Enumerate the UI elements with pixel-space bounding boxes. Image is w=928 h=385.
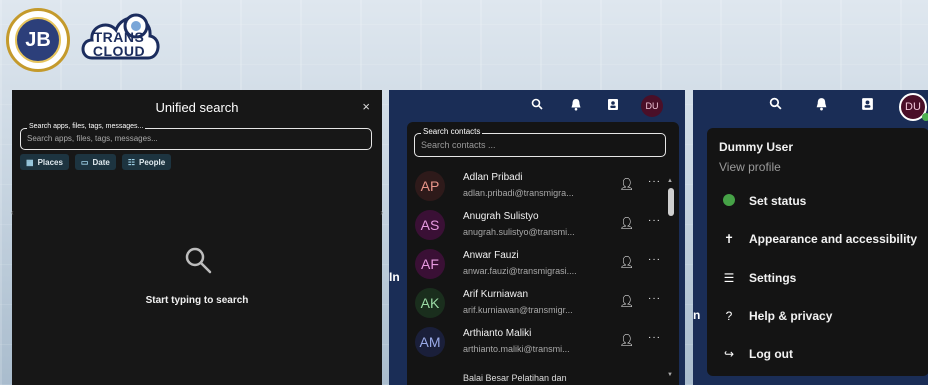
chip-label: People [139,157,166,167]
logo-group: JB TRANS CLOUD [6,6,160,74]
more-options-icon[interactable]: ··· [648,254,661,265]
contact-name: Arthianto Maliki [463,328,532,339]
menu-item-logout[interactable]: ↪ Log out [719,344,928,364]
calendar-icon: ▭ [80,157,89,167]
partial-heading: n [693,308,701,322]
places-icon: ▦ [26,157,34,167]
contact-avatar: AS [415,210,445,240]
more-options-icon[interactable]: ··· [648,332,661,343]
logout-icon: ↪ [723,347,735,361]
contact-email: adlan.pribadi@transmigra... [463,188,574,198]
ministry-logo: JB [6,8,70,72]
person-icon[interactable]: 👤︎ [619,294,634,308]
menu-item-label: Help & privacy [749,309,833,323]
search-contacts-field[interactable]: Search contacts [414,127,666,157]
more-options-icon[interactable]: ··· [648,215,661,226]
contact-email: anugrah.sulistyo@transmi... [463,227,575,237]
contact-email: anwar.fauzi@transmigrasi.... [463,266,577,276]
contact-row[interactable]: AS Anugrah Sulistyo anugrah.sulistyo@tra… [415,207,665,245]
contact-row[interactable]: AK Arif Kurniawan arif.kurniawan@transmi… [415,285,665,323]
view-profile-link[interactable]: View profile [719,160,781,174]
people-icon: ☷ [127,157,135,167]
scroll-left-icon: ‹ [11,208,14,217]
notifications-bell-icon[interactable] [815,97,828,114]
search-icon[interactable] [531,98,543,113]
notifications-bell-icon[interactable] [570,98,582,114]
magnify-icon [184,246,212,279]
online-status-dot [922,113,928,121]
empty-state-text: Start typing to search [145,295,249,306]
menu-item-settings[interactable]: ☰ Settings [719,268,928,288]
scroll-up-icon[interactable]: ▲ [667,178,673,184]
transcloud-logo-text: TRANS CLOUD [92,29,146,59]
search-contacts-label: Search contacts [421,127,483,136]
contact-avatar: AF [415,249,445,279]
menu-item-label: Appearance and accessibility [749,232,918,246]
transcloud-logo: TRANS CLOUD [78,6,160,74]
contact-row[interactable]: AM Arthianto Maliki arthianto.maliki@tra… [415,324,665,362]
menu-item-label: Log out [749,347,793,361]
partial-heading: In [389,270,400,284]
accessibility-icon: ✝ [723,232,735,246]
dialog-title: Unified search [155,100,239,115]
scroll-right-icon: › [380,208,383,217]
person-icon[interactable]: 👤︎ [619,333,634,347]
contacts-screenshot: DU In Search contacts AP Adlan Pribadi a… [389,90,685,385]
person-icon[interactable]: 👤︎ [619,255,634,269]
user-menu-screenshot: DU n Dummy User View profile Set status … [693,90,928,385]
contact-name: Adlan Pribadi [463,172,523,183]
search-field-label: Search apps, files, tags, messages... [27,123,146,130]
search-contacts-input[interactable] [421,140,651,150]
contact-email: arthianto.maliki@transmi... [463,344,570,354]
menu-item-appearance[interactable]: ✝ Appearance and accessibility [719,229,928,249]
settings-sliders-icon: ☰ [723,271,735,285]
close-icon[interactable]: × [362,99,370,114]
filter-chips: ▦ Places ▭ Date ☷ People [20,154,172,170]
contact-name: Anugrah Sulistyo [463,211,539,222]
unified-search-dialog: Unified search × Search apps, files, tag… [11,90,383,385]
person-icon[interactable]: 👤︎ [619,216,634,230]
menu-item-label: Settings [749,271,797,285]
date-filter-button[interactable]: ▭ Date [74,154,116,170]
more-options-icon[interactable]: ··· [648,293,661,304]
status-dot-icon [719,193,739,209]
contacts-menu: Search contacts AP Adlan Pribadi adlan.p… [407,122,679,385]
scrollbar-thumb[interactable] [668,188,674,216]
more-options-icon[interactable]: ··· [648,176,661,187]
scroll-down-icon[interactable]: ▼ [667,372,673,378]
contact-name: Anwar Fauzi [463,250,519,261]
unified-search-input[interactable] [27,134,357,143]
header-bar: DU [389,90,685,122]
ministry-logo-emblem: JB [15,17,61,63]
user-avatar[interactable]: DU [641,95,663,117]
contacts-icon[interactable] [607,98,619,114]
search-icon[interactable] [769,97,782,113]
contact-email: arif.kurniawan@transmigr... [463,305,573,315]
unified-search-field[interactable]: Search apps, files, tags, messages... [20,123,372,150]
user-name: Dummy User [719,140,794,154]
person-icon[interactable]: 👤︎ [619,177,634,191]
contact-avatar: AK [415,288,445,318]
places-filter-button[interactable]: ▦ Places [20,154,69,170]
chip-label: Places [37,157,63,167]
user-account-menu: Dummy User View profile Set status ✝ App… [707,128,928,376]
contact-name: Arif Kurniawan [463,289,529,300]
menu-item-label: Set status [749,194,807,208]
scrollbar[interactable]: ▲ ▼ [667,178,674,378]
contact-avatar: AP [415,171,445,201]
contact-avatar: AM [415,327,445,357]
contact-group-partial: Balai Besar Pelatihan dan [463,373,567,383]
help-icon: ? [725,309,733,323]
menu-item-set-status[interactable]: Set status [719,191,928,211]
contact-row[interactable]: AP Adlan Pribadi adlan.pribadi@transmigr… [415,168,665,206]
people-filter-button[interactable]: ☷ People [121,154,172,170]
contact-row[interactable]: AF Anwar Fauzi anwar.fauzi@transmigrasi.… [415,246,665,284]
contacts-icon[interactable] [861,97,874,114]
chip-label: Date [92,157,110,167]
menu-item-help[interactable]: ? Help & privacy [719,306,928,326]
